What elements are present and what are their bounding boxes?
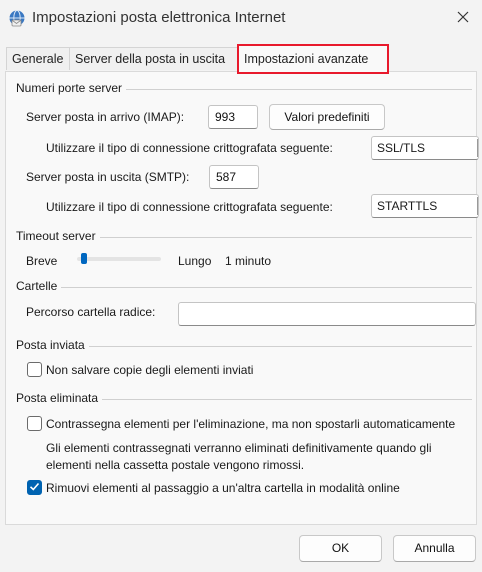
close-icon <box>457 11 469 26</box>
mark-for-deletion-checkbox[interactable] <box>27 416 42 431</box>
group-label-folders: Cartelle <box>16 279 62 293</box>
mark-for-deletion-clip: Contrassegna elementi per l'eliminazione… <box>46 417 474 431</box>
group-label-deleted: Posta eliminata <box>16 391 103 405</box>
timeout-short-label: Breve <box>26 254 58 268</box>
no-copies-label[interactable]: Non salvare copie degli elementi inviati <box>46 363 253 377</box>
group-label-ports: Numeri porte server <box>16 81 127 95</box>
incoming-encryption-label: Utilizzare il tipo di connessione critto… <box>46 141 333 155</box>
root-folder-input[interactable] <box>178 302 476 326</box>
timeout-slider[interactable] <box>77 251 161 267</box>
incoming-port-input[interactable]: 993 <box>208 105 258 129</box>
mark-note-line2: elementi nella cassetta postale vengono … <box>46 458 305 472</box>
defaults-button[interactable]: Valori predefiniti <box>269 104 385 130</box>
window-title: Impostazioni posta elettronica Internet <box>32 9 286 26</box>
outgoing-port-label: Server posta in uscita (SMTP): <box>26 170 190 184</box>
group-label-sent: Posta inviata <box>16 338 89 352</box>
cancel-button[interactable]: Annulla <box>393 535 476 562</box>
dropdown-separator <box>477 139 478 157</box>
root-folder-label: Percorso cartella radice: <box>26 305 156 319</box>
no-copies-checkbox[interactable] <box>27 362 42 377</box>
incoming-port-label: Server posta in arrivo (IMAP): <box>26 110 185 124</box>
close-button[interactable] <box>448 4 478 32</box>
slider-thumb[interactable] <box>81 253 87 264</box>
mark-note-line1: Gli elementi contrassegnati verranno eli… <box>46 441 432 455</box>
tab-server-posta-uscita[interactable]: Server della posta in uscita <box>69 47 244 70</box>
outgoing-encryption-value: STARTTLS <box>377 199 438 213</box>
outgoing-encryption-label: Utilizzare il tipo di connessione critto… <box>46 200 333 214</box>
group-divider <box>16 287 472 288</box>
purge-label[interactable]: Rimuovi elementi al passaggio a un'altra… <box>46 481 400 495</box>
timeout-value-label: 1 minuto <box>225 254 272 268</box>
incoming-encryption-value: SSL/TLS <box>377 141 426 155</box>
group-label-timeout: Timeout server <box>16 229 100 243</box>
timeout-long-label: Lungo <box>178 254 212 268</box>
ok-button[interactable]: OK <box>299 535 382 562</box>
slider-track <box>77 257 161 261</box>
checkmark-icon <box>29 481 40 495</box>
tab-strip: Generale Server della posta in uscita Im… <box>0 44 482 74</box>
tab-generale[interactable]: Generale <box>6 47 76 70</box>
title-bar: Impostazioni posta elettronica Internet <box>0 0 482 36</box>
tab-impostazioni-avanzate[interactable]: Impostazioni avanzate <box>237 44 389 74</box>
outgoing-port-input[interactable]: 587 <box>209 165 259 189</box>
outgoing-encryption-select[interactable]: STARTTLS <box>371 194 479 218</box>
purge-checkbox[interactable] <box>27 480 42 495</box>
outlook-globe-icon <box>8 9 26 27</box>
incoming-encryption-select[interactable]: SSL/TLS <box>371 136 479 160</box>
dropdown-separator <box>477 197 478 215</box>
mark-for-deletion-label[interactable]: Contrassegna elementi per l'eliminazione… <box>46 417 455 431</box>
